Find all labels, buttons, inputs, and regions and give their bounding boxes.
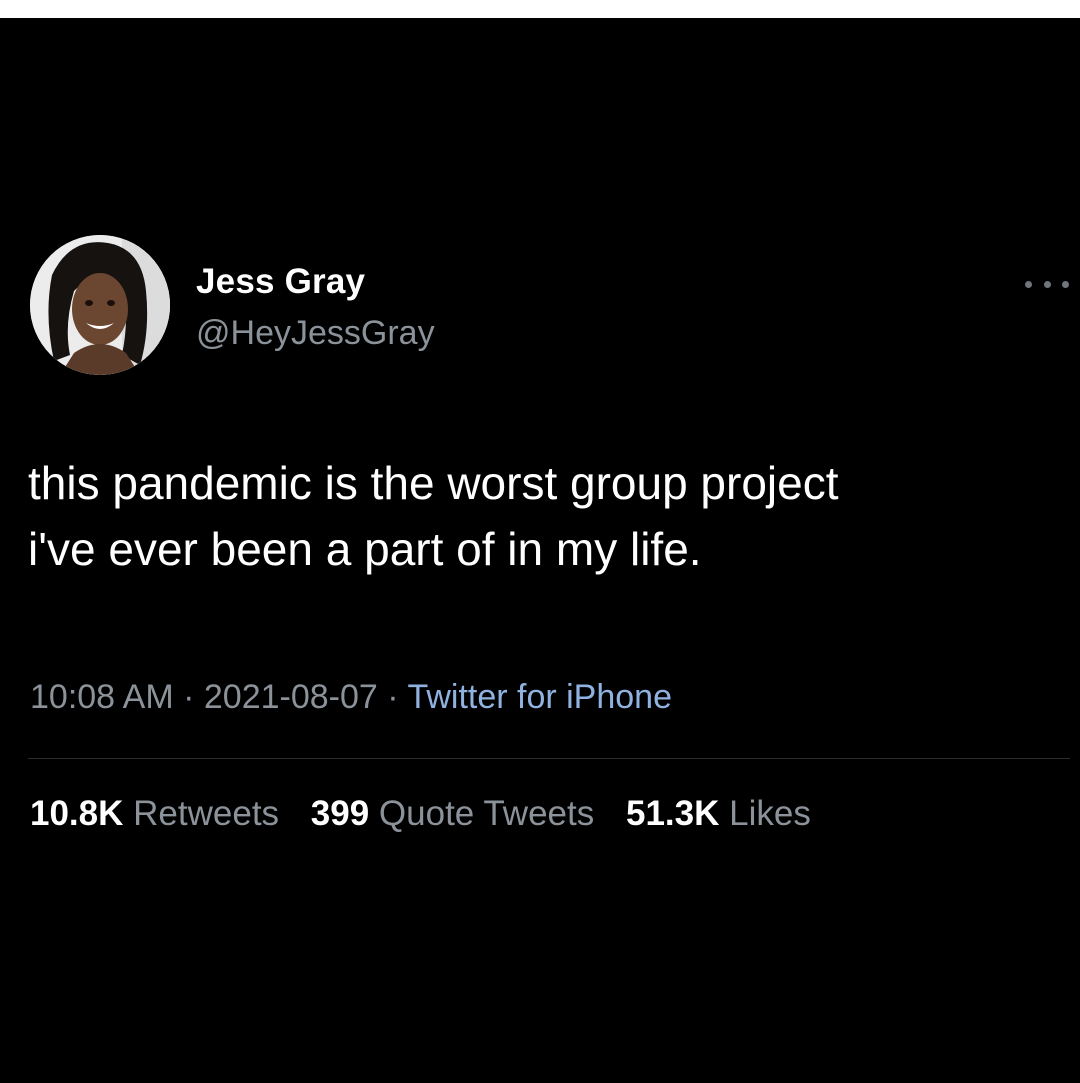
more-options-icon[interactable]: [1025, 274, 1069, 294]
tweet-text-line: this pandemic is the worst group project: [28, 457, 839, 509]
quote-tweets-label: Quote Tweets: [378, 794, 595, 833]
divider: [28, 758, 1070, 759]
tweet-date[interactable]: 2021-08-07: [204, 678, 378, 716]
quote-tweets-count: 399: [310, 794, 370, 833]
meta-separator: ·: [183, 678, 195, 716]
quote-tweets-stat[interactable]: 399 Quote Tweets: [311, 794, 594, 833]
tweet-text: this pandemic is the worst group project…: [28, 450, 1073, 582]
tweet-source-link[interactable]: Twitter for iPhone: [407, 678, 672, 716]
meta-separator: ·: [387, 678, 399, 716]
more-dot: [1043, 280, 1051, 288]
tweet-stats: 10.8K Retweets 399 Quote Tweets 51.3K Li…: [30, 794, 833, 834]
avatar[interactable]: [30, 235, 170, 375]
author-handle[interactable]: @HeyJessGray: [196, 314, 435, 353]
likes-label: Likes: [729, 794, 811, 833]
retweets-stat[interactable]: 10.8K Retweets: [30, 794, 279, 833]
more-dot: [1062, 280, 1069, 288]
retweets-count: 10.8K: [30, 794, 124, 833]
retweets-label: Retweets: [133, 794, 280, 833]
likes-count: 51.3K: [625, 794, 720, 833]
avatar-image: [30, 235, 170, 375]
tweet-time[interactable]: 10:08 AM: [30, 678, 174, 716]
tweet-meta: 10:08 AM · 2021-08-07 · Twitter for iPho…: [30, 678, 672, 717]
tweet-card: Jess Gray @HeyJessGray this pandemic is …: [0, 18, 1080, 1083]
tweet-text-line: i've ever been a part of in my life.: [28, 523, 702, 575]
more-dot: [1025, 280, 1032, 288]
likes-stat[interactable]: 51.3K Likes: [626, 794, 811, 833]
author-name[interactable]: Jess Gray: [196, 262, 365, 302]
